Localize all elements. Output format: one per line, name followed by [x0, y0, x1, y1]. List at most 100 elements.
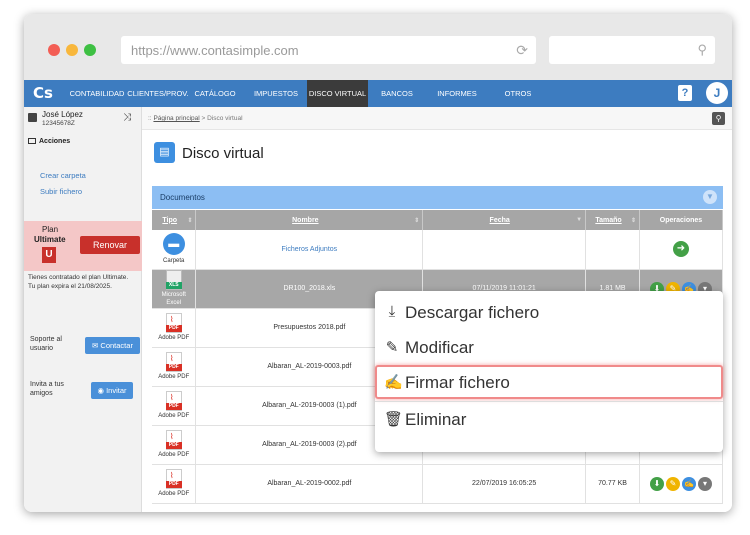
nav-item-informes[interactable]: INFORMES — [432, 80, 482, 107]
menu-item-modify[interactable]: ✎ Modificar — [375, 330, 723, 364]
menu-item-modify-label: Modificar — [405, 338, 474, 357]
invite-label-line-2: amigos — [30, 390, 53, 397]
type-label: Adobe PDF — [158, 374, 190, 380]
type-cell: ⌇ PDF Adobe PDF — [152, 425, 197, 465]
contact-button-label: Contactar — [100, 341, 133, 350]
folder-icon: ▬ — [162, 233, 185, 256]
type-label: Microsoft Excel — [162, 292, 186, 306]
nav-item-bancos[interactable]: BANCOS — [376, 80, 418, 107]
url-text: https://www.contasimple.com — [131, 43, 299, 58]
open-folder-icon[interactable]: ➜ — [673, 241, 689, 258]
file-context-menu: ⤓ Descargar fichero ✎ Modificar ✍ Firmar… — [375, 291, 723, 452]
download-icon: ⤓ — [388, 303, 396, 320]
invite-button-label: Invitar — [106, 386, 127, 395]
reload-icon[interactable]: ⟳ — [516, 42, 528, 59]
nav-item-contabilidad[interactable]: CONTABILIDAD — [69, 80, 125, 107]
nav-item-impuestos[interactable]: IMPUESTOS — [250, 80, 302, 107]
column-header-date[interactable]: Fecha ▼ — [422, 210, 587, 230]
column-header-date-label: Fecha — [489, 216, 510, 224]
folder-icon — [28, 138, 36, 145]
nav-item-clientes[interactable]: CLIENTES/PROV. — [127, 80, 189, 107]
nav-item-catalogo[interactable]: CATÁLOGO — [191, 80, 239, 107]
name-cell[interactable]: Albaran_AL-2019-0002.pdf — [195, 464, 424, 504]
invite-label: Invita a tus amigos — [30, 380, 64, 398]
menu-item-delete[interactable]: 🗑 Eliminar — [375, 402, 723, 436]
documents-section-header[interactable]: Documentos ▼ — [152, 186, 723, 209]
plan-box: Plan Ultimate U Renovar — [24, 221, 142, 271]
type-cell: ⌇ PDF Adobe PDF — [152, 386, 197, 426]
renew-button[interactable]: Renovar — [80, 236, 140, 254]
sign-icon[interactable]: ✍ — [682, 476, 696, 491]
menu-item-download[interactable]: ⤓ Descargar fichero — [375, 295, 723, 329]
sort-desc-icon: ▼ — [576, 216, 583, 223]
date-cell — [422, 230, 587, 270]
search-icon: ⚲ — [697, 42, 707, 57]
address-bar[interactable]: https://www.contasimple.com ⟳ — [121, 36, 536, 64]
download-icon[interactable]: ⬇ — [650, 476, 664, 491]
nav-item-disco-virtual[interactable]: DISCO VIRTUAL — [307, 80, 368, 107]
breadcrumb-current: Disco virtual — [207, 115, 243, 122]
type-label: Adobe PDF — [158, 452, 190, 458]
table-row[interactable]: ⌇ PDF Adobe PDF Albaran_AL-2019-0002.pdf 2… — [152, 464, 723, 504]
support-label-line-2: usuario — [30, 345, 53, 352]
pdf-file-icon: ⌇ PDF — [165, 313, 182, 333]
support-label-line-1: Soporte al — [30, 336, 62, 343]
invite-label-line-1: Invita a tus — [30, 381, 64, 388]
actions-title: Acciones — [28, 138, 70, 145]
column-header-name-label: Nombre — [292, 216, 319, 224]
support-label: Soporte al usuario — [30, 335, 62, 353]
type-label-line-1: Microsoft — [161, 292, 186, 298]
pencil-icon: ✎ — [385, 339, 399, 356]
plan-name: Ultimate — [34, 235, 66, 244]
column-header-size-label: Tamaño — [595, 216, 622, 224]
minimize-window-button[interactable] — [66, 44, 78, 56]
type-label: Carpeta — [163, 258, 185, 265]
type-cell: ⌇ PDF Adobe PDF — [152, 464, 197, 504]
type-cell: ⌇ PDF Adobe PDF — [152, 347, 197, 387]
user-avatar[interactable]: J — [706, 82, 728, 104]
table-row[interactable]: ▬ Carpeta Ficheros Adjuntos ➜ — [152, 230, 723, 270]
column-header-ops-label: Operaciones — [659, 216, 703, 224]
menu-item-sign[interactable]: ✍ Firmar fichero — [375, 365, 723, 399]
type-label: Adobe PDF — [158, 335, 190, 341]
plan-info-line-2: Tu plan expira el 21/08/2025. — [28, 283, 112, 290]
chevron-down-icon[interactable]: ▾ — [698, 476, 712, 491]
invite-button[interactable]: ◉ Invitar — [91, 382, 133, 399]
contasimple-logo[interactable]: Cs — [33, 84, 57, 104]
search-icon[interactable]: ⚲ — [712, 112, 725, 125]
date-cell: 22/07/2019 16:05:25 — [422, 464, 587, 504]
contact-button[interactable]: ✉ Contactar — [85, 337, 140, 354]
menu-item-delete-label: Eliminar — [405, 410, 467, 429]
breadcrumb-separator: > — [201, 115, 206, 122]
create-folder-link[interactable]: Crear carpeta — [40, 171, 86, 180]
browser-search-bar[interactable]: ⚲ — [549, 36, 715, 64]
ops-cell: ⬇✎✍▾ — [639, 464, 723, 504]
type-label-line-2: Excel — [166, 300, 182, 306]
type-label: Adobe PDF — [158, 413, 190, 419]
browser-chrome: https://www.contasimple.com ⟳ ⚲ — [24, 14, 732, 80]
breadcrumb-home-link[interactable]: Página principal — [153, 115, 199, 122]
size-cell: 70.77 KB — [585, 464, 641, 504]
section-title: Documentos — [160, 193, 205, 202]
nav-item-otros[interactable]: OTROS — [498, 80, 538, 107]
edit-icon[interactable]: ✎ — [666, 476, 680, 491]
close-window-button[interactable] — [48, 44, 60, 56]
column-header-name[interactable]: Nombre ⇕ — [195, 210, 424, 230]
help-icon[interactable]: ? — [678, 85, 692, 101]
column-header-size[interactable]: Tamaño ⇕ — [585, 210, 641, 230]
column-header-type[interactable]: Tipo ⇕ — [152, 210, 197, 230]
menu-item-sign-label: Firmar fichero — [405, 373, 510, 392]
main-nav: Cs CONTABILIDAD CLIENTES/PROV. CATÁLOGO … — [24, 80, 732, 107]
type-cell: XLS Microsoft Excel — [152, 269, 197, 309]
type-cell: ▬ Carpeta — [152, 230, 197, 270]
upload-file-link[interactable]: Subir fichero — [40, 187, 82, 196]
type-label: Adobe PDF — [158, 491, 190, 497]
folder-link[interactable]: Ficheros Adjuntos — [282, 246, 338, 253]
column-header-ops: Operaciones — [639, 210, 723, 230]
browser-window: https://www.contasimple.com ⟳ ⚲ Cs CONTA… — [24, 14, 732, 512]
switch-company-icon[interactable]: ⤨ — [123, 112, 131, 123]
chevron-down-icon[interactable]: ▼ — [703, 190, 717, 204]
pdf-file-icon: ⌇ PDF — [165, 430, 182, 450]
sidebar: José López 12345678Z ⤨ Acciones Crear ca… — [24, 107, 142, 512]
maximize-window-button[interactable] — [84, 44, 96, 56]
